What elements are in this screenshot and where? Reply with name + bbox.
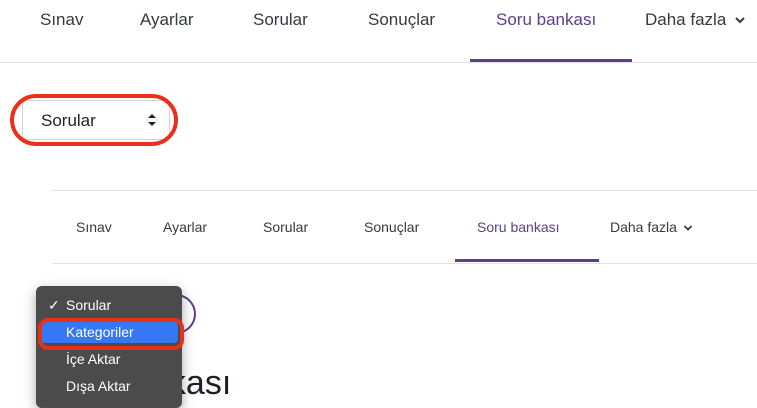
top-nav: Sınav Ayarlar Sorular Sonuçlar Soru bank…	[0, 0, 757, 63]
inner-nav: Sınav Ayarlar Sorular Sonuçlar Soru bank…	[52, 190, 757, 264]
inner-active-tab-underline	[455, 259, 599, 262]
inner-tab-daha-fazla[interactable]: Daha fazla	[610, 219, 693, 235]
menu-item-sorular[interactable]: ✓ Sorular	[36, 294, 182, 316]
chevron-down-icon	[735, 17, 745, 24]
checkmark-icon: ✓	[48, 297, 60, 313]
tab-daha-fazla-label: Daha fazla	[645, 10, 727, 29]
active-tab-underline	[470, 59, 632, 62]
inner-tab-sinav[interactable]: Sınav	[76, 219, 112, 235]
inner-tab-soru-bankasi[interactable]: Soru bankası	[477, 219, 560, 235]
tab-sorular[interactable]: Sorular	[253, 10, 308, 30]
menu-item-ice-aktar[interactable]: İçe Aktar	[36, 348, 182, 370]
annotation-highlight-menu-item	[38, 318, 184, 350]
menu-item-label: Sorular	[66, 297, 112, 313]
inner-tab-sonuclar[interactable]: Sonuçlar	[364, 219, 419, 235]
annotation-highlight-select	[10, 94, 178, 146]
tab-sinav[interactable]: Sınav	[40, 10, 83, 30]
inner-tab-ayarlar[interactable]: Ayarlar	[163, 219, 207, 235]
tab-ayarlar[interactable]: Ayarlar	[140, 10, 194, 30]
chevron-down-icon	[683, 225, 692, 231]
inner-tab-daha-fazla-label: Daha fazla	[610, 219, 677, 235]
inner-tab-sorular[interactable]: Sorular	[263, 219, 308, 235]
menu-item-disa-aktar[interactable]: Dışa Aktar	[36, 375, 182, 397]
tab-sonuclar[interactable]: Sonuçlar	[368, 10, 435, 30]
menu-item-label: Dışa Aktar	[66, 378, 131, 394]
tab-daha-fazla[interactable]: Daha fazla	[645, 10, 746, 30]
tab-soru-bankasi[interactable]: Soru bankası	[496, 10, 596, 30]
menu-item-label: İçe Aktar	[66, 351, 121, 367]
